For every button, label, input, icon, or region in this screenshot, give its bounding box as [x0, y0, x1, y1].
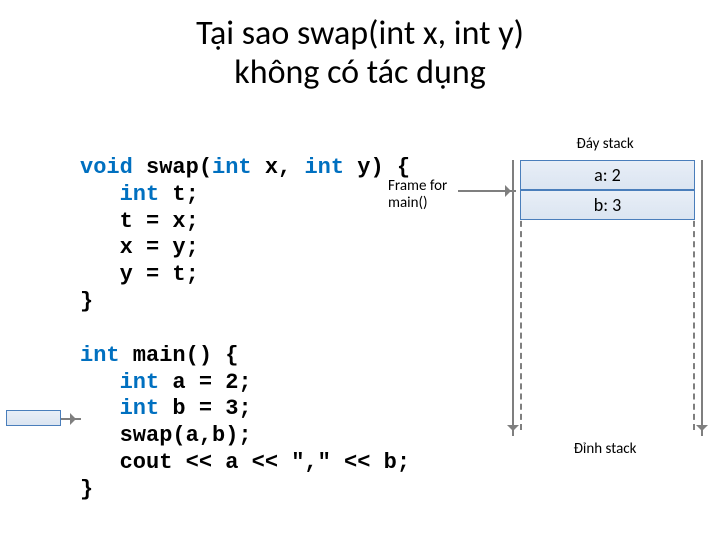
- stack-arrow-left: [512, 160, 514, 436]
- code-block: void swap(int x, int y) { int t; t = x; …: [80, 155, 410, 504]
- code-text: t;: [159, 182, 199, 207]
- code-text: }: [80, 289, 93, 314]
- code-text: a = 2;: [159, 370, 251, 395]
- arrow-frame-to-stack: [458, 190, 516, 192]
- frame-label: Frame for main(): [388, 178, 447, 211]
- code-text: y = t;: [80, 262, 199, 287]
- kw-int: int: [304, 155, 344, 180]
- code-text: }: [80, 477, 93, 502]
- frame-label-line1: Frame for: [388, 177, 447, 195]
- code-text: [80, 396, 120, 421]
- kw-int: int: [120, 182, 160, 207]
- current-line-marker: [6, 410, 61, 426]
- code-text: cout << a << "," << b;: [80, 450, 410, 475]
- code-text: x,: [252, 155, 305, 180]
- code-text: main() {: [120, 343, 239, 368]
- stack-cell-b: b: 3: [520, 190, 695, 220]
- stack-arrow-right: [701, 160, 703, 436]
- kw-int: int: [212, 155, 252, 180]
- title-line-2: không có tác dụng: [234, 52, 485, 93]
- stack-top-label: Đáy stack: [535, 135, 675, 153]
- current-line-marker-arrow: [61, 418, 81, 420]
- stack-bottom-label: Đỉnh stack: [535, 440, 675, 458]
- code-text: t = x;: [80, 209, 199, 234]
- slide-title: Tại sao swap(int x, int y) không có tác …: [0, 14, 720, 92]
- code-text: x = y;: [80, 235, 199, 260]
- stack-cell-a: a: 2: [520, 160, 695, 190]
- code-text: b = 3;: [159, 396, 251, 421]
- code-text: [80, 182, 120, 207]
- kw-int: int: [120, 396, 160, 421]
- code-text: [80, 370, 120, 395]
- code-text: swap(: [133, 155, 212, 180]
- kw-int: int: [120, 370, 160, 395]
- title-line-1: Tại sao swap(int x, int y): [196, 13, 524, 54]
- kw-int: int: [80, 343, 120, 368]
- code-text: swap(a,b);: [80, 423, 252, 448]
- frame-label-line2: main(): [388, 194, 428, 212]
- kw-void: void: [80, 155, 133, 180]
